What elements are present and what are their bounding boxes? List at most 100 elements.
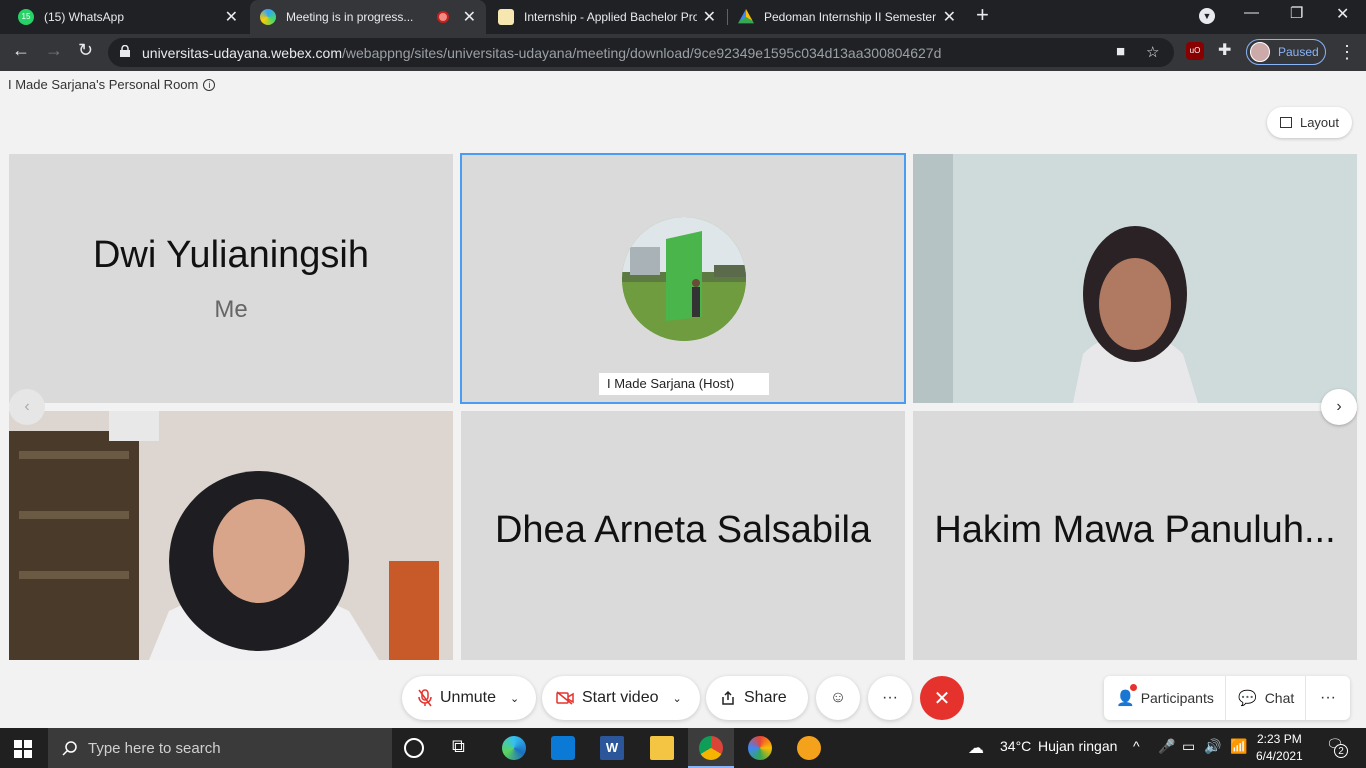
notification-center-button[interactable]: 🗨 2 — [1326, 736, 1348, 758]
windows-start-icon[interactable] — [14, 740, 32, 758]
participant-name: Dwi Yulianingsih — [92, 234, 370, 276]
restore-button[interactable]: ❐ — [1290, 4, 1303, 22]
clock-time: 2:23 PM — [1257, 732, 1302, 746]
browser-menu-icon[interactable]: ⋮ — [1338, 42, 1356, 63]
avatar-photo — [622, 217, 746, 341]
tab-title: Internship - Applied Bachelor Pro — [524, 10, 697, 24]
chevron-up-icon[interactable]: ^ — [1133, 738, 1140, 754]
ublock-extension-icon[interactable]: uO — [1186, 42, 1204, 60]
next-page-arrow[interactable]: › — [1321, 389, 1357, 425]
video-tile-camera-1[interactable] — [913, 154, 1357, 403]
close-tab-icon[interactable]: ✕ — [463, 7, 476, 27]
tab-title: Meeting is in progress... — [286, 10, 414, 24]
unmute-button[interactable]: Unmute ⌄ — [402, 676, 536, 720]
more-icon: ··· — [882, 689, 898, 706]
camera-icon[interactable]: ■ — [1116, 43, 1125, 60]
previous-page-arrow[interactable]: ‹ — [9, 389, 45, 425]
chat-label: Chat — [1264, 690, 1295, 706]
panel-more-button[interactable]: ··· — [1306, 676, 1350, 720]
browser-tab-strip: 15 (15) WhatsApp ✕ Meeting is in progres… — [0, 0, 1366, 34]
participant-name-label: I Made Sarjana (Host) — [599, 373, 769, 395]
chevron-down-icon[interactable]: ⌄ — [672, 692, 681, 705]
tab-meeting[interactable]: Meeting is in progress... ✕ — [250, 0, 486, 34]
close-icon: ✕ — [933, 687, 951, 710]
whatsapp-icon: 15 — [18, 9, 34, 25]
video-tile-camera-2[interactable] — [9, 411, 453, 660]
notification-dot — [1130, 684, 1137, 691]
chat-icon: 💬 — [1238, 690, 1257, 707]
forward-button[interactable]: → — [45, 40, 63, 61]
tab-title: (15) WhatsApp — [44, 10, 125, 24]
panel-controls: 👤 Participants 💬 Chat ··· — [1104, 676, 1350, 720]
tab-internship[interactable]: Internship - Applied Bachelor Pro ✕ — [488, 0, 726, 34]
tab-pedoman[interactable]: Pedoman Internship II Semester G ✕ — [728, 0, 966, 34]
video-tile-self[interactable]: Dwi Yulianingsih Me — [9, 154, 453, 403]
chat-button[interactable]: 💬 Chat — [1226, 676, 1306, 720]
reactions-button[interactable]: ☺ — [816, 676, 860, 720]
cortana-icon[interactable] — [404, 738, 424, 758]
mail-icon[interactable] — [551, 736, 575, 760]
chevron-down-icon[interactable]: ⌄ — [510, 692, 519, 705]
taskbar-search-input[interactable]: Type here to search — [48, 728, 392, 768]
speaker-icon[interactable]: 🔊 — [1204, 738, 1221, 755]
video-tile-hakim[interactable]: Hakim Mawa Panuluh... — [913, 411, 1357, 660]
close-tab-icon[interactable]: ✕ — [943, 7, 956, 27]
layout-button[interactable]: Layout — [1267, 107, 1352, 138]
weather-temp[interactable]: 34°C — [1000, 738, 1031, 754]
wifi-icon[interactable]: 📶 — [1230, 738, 1247, 755]
start-video-button[interactable]: Start video ⌄ — [542, 676, 700, 720]
new-tab-button[interactable]: + — [976, 2, 989, 28]
url-path: /webappng/sites/universitas-udayana/meet… — [342, 44, 942, 61]
emoji-icon: ☺ — [829, 689, 847, 706]
video-tile-host[interactable]: I Made Sarjana (Host) — [460, 153, 906, 404]
recording-indicator-icon — [436, 11, 449, 23]
reload-button[interactable]: ↻ — [78, 40, 93, 61]
layout-label: Layout — [1299, 115, 1340, 130]
tab-search-icon[interactable]: ▼ — [1199, 8, 1215, 24]
room-title-text: I Made Sarjana's Personal Room — [8, 77, 199, 92]
grid-icon — [1279, 117, 1292, 128]
chrome-icon — [699, 736, 723, 760]
moodle-icon — [498, 9, 514, 25]
weather-desc[interactable]: Hujan ringan — [1038, 738, 1117, 754]
vpn-shield-icon[interactable] — [797, 736, 821, 760]
close-window-button[interactable]: ✕ — [1336, 4, 1349, 24]
info-icon[interactable]: i — [203, 78, 216, 91]
edge-icon[interactable] — [502, 736, 526, 760]
more-options-button[interactable]: ··· — [868, 676, 912, 720]
windows-taskbar: Type here to search ⧉ W ☁ 34°C Hujan rin… — [0, 728, 1366, 768]
participants-label: Participants — [1140, 690, 1214, 706]
close-tab-icon[interactable]: ✕ — [703, 7, 716, 27]
start-video-label: Start video — [582, 689, 659, 706]
video-tile-dhea[interactable]: Dhea Arneta Salsabila — [461, 411, 905, 660]
system-clock[interactable]: 2:23 PM 6/4/2021 — [1256, 731, 1303, 765]
bookmark-star-icon[interactable]: ☆ — [1146, 43, 1159, 61]
extensions-puzzle-icon[interactable]: ✚ — [1218, 42, 1236, 60]
browser-toolbar: ← → ↻ universitas-udayana.webex.com/weba… — [0, 34, 1366, 71]
close-tab-icon[interactable]: ✕ — [225, 7, 238, 27]
share-button[interactable]: Share — [706, 676, 808, 720]
word-icon[interactable]: W — [600, 736, 624, 760]
video-off-icon — [556, 691, 574, 705]
host-avatar — [622, 217, 746, 341]
address-bar[interactable]: universitas-udayana.webex.com/webappng/s… — [108, 38, 1174, 67]
microphone-icon[interactable]: 🎤 — [1158, 738, 1175, 755]
chrome-taskbar-button[interactable] — [688, 728, 734, 768]
tab-title: Pedoman Internship II Semester G — [764, 10, 937, 24]
tab-whatsapp[interactable]: 15 (15) WhatsApp ✕ — [8, 0, 248, 34]
file-explorer-icon[interactable] — [650, 736, 674, 760]
participants-icon: 👤 — [1116, 690, 1135, 707]
leave-meeting-button[interactable]: ✕ — [920, 676, 964, 720]
profile-button[interactable]: Paused — [1246, 39, 1326, 65]
battery-icon[interactable]: ▭ — [1182, 738, 1195, 755]
minimize-button[interactable]: — — [1244, 4, 1259, 21]
camera-feed — [9, 411, 453, 660]
task-view-icon[interactable]: ⧉ — [452, 736, 476, 760]
photos-icon[interactable] — [748, 736, 772, 760]
participants-button[interactable]: 👤 Participants — [1104, 676, 1226, 720]
search-placeholder: Type here to search — [88, 739, 221, 757]
share-icon — [722, 690, 734, 705]
notification-count: 2 — [1334, 744, 1348, 758]
weather-icon: ☁ — [968, 740, 984, 757]
back-button[interactable]: ← — [12, 40, 30, 61]
